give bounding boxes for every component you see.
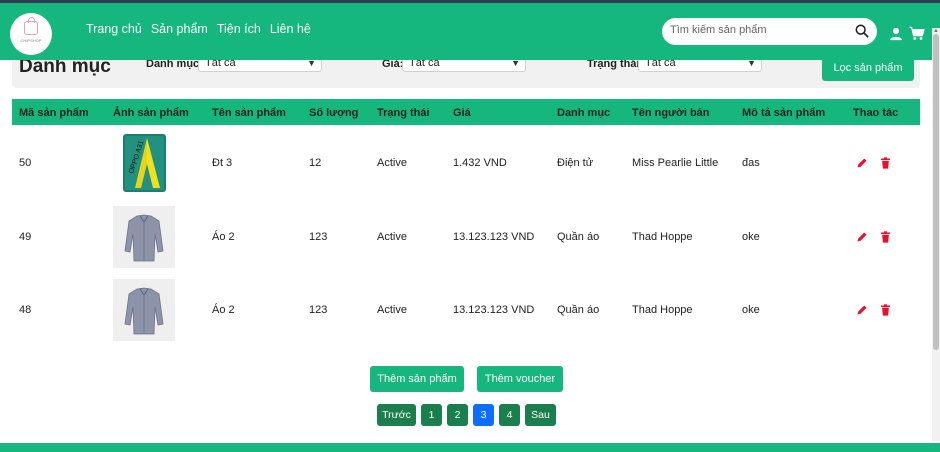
- footer-strip: [0, 443, 940, 452]
- cell-id: 49: [19, 231, 32, 243]
- pencil-icon[interactable]: [856, 304, 868, 316]
- cart-icon[interactable]: [909, 26, 925, 41]
- cell-quantity: 123: [309, 231, 328, 243]
- trash-icon[interactable]: [880, 231, 891, 243]
- cell-seller: Thad Hoppe: [632, 231, 693, 243]
- cell-description: oke: [742, 304, 760, 316]
- pencil-icon[interactable]: [856, 231, 868, 243]
- col-header-image: Ảnh sản phẩm: [113, 107, 189, 119]
- col-header-seller: Tên người bán: [632, 107, 710, 119]
- cell-status: Active: [377, 231, 407, 243]
- search-box: [662, 18, 877, 45]
- pagination-page-1[interactable]: 1: [421, 404, 442, 426]
- page-scrollbar[interactable]: ▲: [932, 28, 940, 441]
- add-product-button[interactable]: Thêm sản phẩm: [370, 366, 464, 392]
- table-row: 50 OPPO A31 Đt 3 12 Active 1.432 VND Điệ…: [12, 126, 920, 200]
- shirt-image: [124, 214, 164, 262]
- cell-id: 48: [19, 304, 32, 316]
- nav-link-products[interactable]: Sản phẩm: [151, 22, 208, 36]
- cell-seller: Thad Hoppe: [632, 304, 693, 316]
- table-row: 48 Áo 2 123 Active 13.123.123 VND Quần á…: [12, 273, 920, 347]
- cell-description: oke: [742, 231, 760, 243]
- navbar: CHIPSHOP Trang chủ Sản phẩm Tiện ích Liê…: [0, 3, 940, 60]
- cell-name: Áo 2: [212, 231, 235, 243]
- shop-logo[interactable]: CHIPSHOP: [10, 13, 52, 55]
- col-header-price: Giá: [453, 107, 471, 119]
- pagination-page-2[interactable]: 2: [447, 404, 468, 426]
- nav-link-home[interactable]: Trang chủ: [86, 22, 142, 36]
- logo-text: CHIPSHOP: [20, 38, 42, 43]
- product-image-phone: OPPO A31: [113, 132, 175, 194]
- user-icon[interactable]: [889, 27, 903, 41]
- shirt-image: [124, 287, 164, 335]
- cell-name: Đt 3: [212, 157, 233, 169]
- pencil-icon[interactable]: [856, 157, 868, 169]
- cell-description: đas: [742, 157, 760, 169]
- trash-icon[interactable]: [880, 304, 891, 316]
- add-voucher-button[interactable]: Thêm voucher: [477, 366, 563, 392]
- table-row: 49 Áo 2 123 Active 13.123.123 VND Quần á…: [12, 200, 920, 274]
- cell-status: Active: [377, 304, 407, 316]
- cell-status: Active: [377, 157, 407, 169]
- table-header: Mã sản phẩm Ảnh sản phẩm Tên sản phẩm Số…: [12, 99, 920, 125]
- col-header-description: Mô tả sản phẩm: [742, 107, 826, 119]
- search-input[interactable]: [670, 24, 850, 36]
- cell-price: 1.432 VND: [453, 157, 507, 169]
- trash-icon[interactable]: [880, 157, 891, 169]
- nav-links: Trang chủ Sản phẩm Tiện ích Liên hệ: [86, 22, 311, 36]
- col-header-status: Trạng thái: [377, 107, 430, 119]
- shopping-bag-icon: [24, 17, 38, 35]
- scroll-thumb[interactable]: [933, 34, 939, 350]
- cell-category: Điện tử: [557, 157, 594, 169]
- col-header-quantity: Số lượng: [309, 107, 359, 119]
- col-header-id: Mã sản phẩm: [19, 107, 89, 119]
- pagination-page-3[interactable]: 3: [473, 404, 494, 426]
- phone-image: OPPO A31: [123, 134, 166, 192]
- cell-id: 50: [19, 157, 32, 169]
- cell-price: 13.123.123 VND: [453, 304, 535, 316]
- nav-link-contact[interactable]: Liên hệ: [270, 22, 311, 36]
- product-image-shirt: [113, 206, 175, 268]
- cell-quantity: 12: [309, 157, 322, 169]
- search-icon[interactable]: [855, 24, 869, 38]
- col-header-name: Tên sản phẩm: [212, 107, 286, 119]
- pagination-page-4[interactable]: 4: [499, 404, 520, 426]
- cell-category: Quần áo: [557, 231, 600, 243]
- product-image-shirt: [113, 279, 175, 341]
- col-header-category: Danh mục: [557, 107, 611, 119]
- col-header-actions: Thao tác: [853, 107, 899, 119]
- cell-price: 13.123.123 VND: [453, 231, 535, 243]
- pagination-next[interactable]: Sau: [525, 404, 556, 426]
- cell-category: Quần áo: [557, 304, 600, 316]
- pagination-prev[interactable]: Trước: [377, 404, 416, 426]
- cell-seller: Miss Pearlie Little: [632, 157, 719, 169]
- cell-name: Áo 2: [212, 304, 235, 316]
- nav-link-utilities[interactable]: Tiện ích: [217, 22, 261, 36]
- cell-quantity: 123: [309, 304, 328, 316]
